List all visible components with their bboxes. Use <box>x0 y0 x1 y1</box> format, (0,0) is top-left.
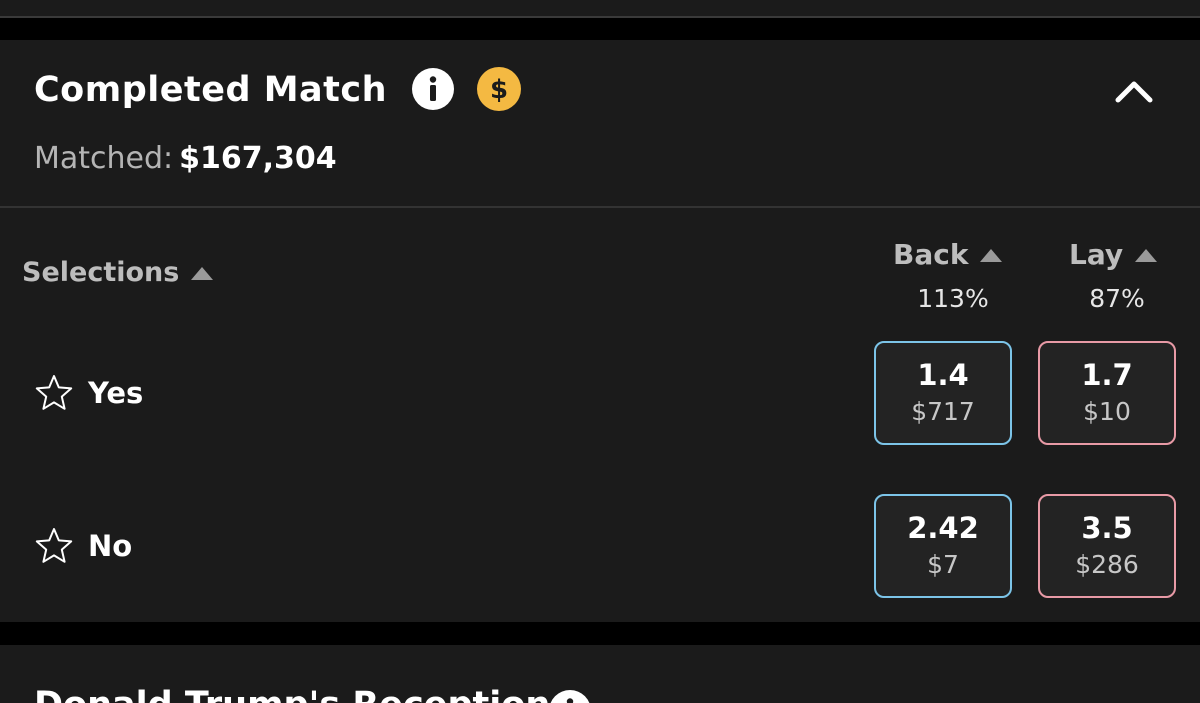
next-market-card: Donald Trump's Reception <box>0 645 1200 703</box>
sort-up-icon <box>980 248 1003 262</box>
lay-book-percentage: 87% <box>1089 284 1145 313</box>
sort-up-icon <box>191 266 214 280</box>
header-divider <box>0 206 1200 208</box>
odds-size: $7 <box>927 550 959 579</box>
next-market-title: Donald Trump's Reception <box>34 683 550 703</box>
back-book-percentage: 113% <box>917 284 989 313</box>
back-odds-button-yes[interactable]: 1.4 $717 <box>874 341 1012 445</box>
sort-up-icon <box>1135 248 1158 262</box>
back-header-label: Back <box>893 238 969 271</box>
back-odds-button-no[interactable]: 2.42 $7 <box>874 494 1012 598</box>
star-icon[interactable] <box>34 373 74 413</box>
lay-header-label: Lay <box>1069 238 1124 271</box>
selection-row-no: No <box>34 526 132 566</box>
selections-sort-header[interactable]: Selections <box>22 255 214 291</box>
previous-market-card <box>0 0 1200 18</box>
matched-value: $167,304 <box>179 141 337 176</box>
selection-row-yes: Yes <box>34 373 143 413</box>
lay-odds-button-yes[interactable]: 1.7 $10 <box>1038 341 1176 445</box>
info-icon[interactable] <box>548 689 592 703</box>
odds-price: 1.4 <box>917 358 969 392</box>
odds-size: $286 <box>1075 550 1139 579</box>
dollar-icon[interactable]: $ <box>476 66 522 112</box>
svg-text:$: $ <box>490 75 508 105</box>
selections-header-label: Selections <box>22 257 180 288</box>
odds-price: 1.7 <box>1081 358 1133 392</box>
selection-name: Yes <box>88 376 144 410</box>
star-icon[interactable] <box>34 526 74 566</box>
matched-amount: Matched: $167,304 <box>34 139 337 179</box>
market-title: Completed Match <box>34 70 388 110</box>
lay-odds-button-no[interactable]: 3.5 $286 <box>1038 494 1176 598</box>
selection-name: No <box>88 529 133 563</box>
back-column-header[interactable]: Back <box>893 236 1003 274</box>
lay-column-header[interactable]: Lay <box>1069 236 1158 274</box>
chevron-up-icon[interactable] <box>1114 78 1154 106</box>
info-icon[interactable] <box>411 67 455 111</box>
odds-price: 3.5 <box>1081 511 1133 545</box>
odds-size: $717 <box>911 397 975 426</box>
matched-label: Matched: <box>34 141 174 176</box>
odds-size: $10 <box>1083 397 1131 426</box>
market-card <box>0 40 1200 622</box>
odds-price: 2.42 <box>907 511 979 545</box>
